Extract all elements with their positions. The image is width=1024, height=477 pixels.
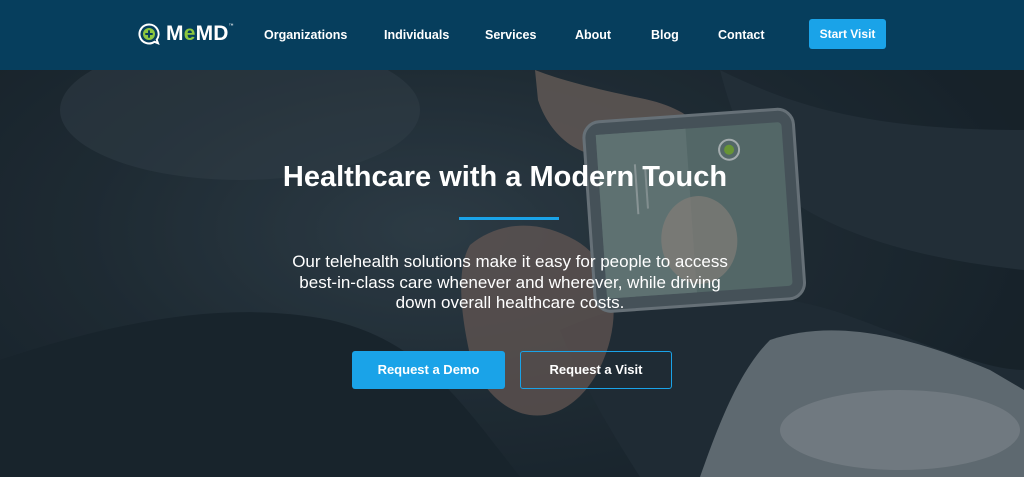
brand-name-accent: e [183,22,196,45]
hero-description: Our telehealth solutions make it easy fo… [292,252,728,312]
request-demo-button[interactable]: Request a Demo [352,351,505,389]
brand-name: MeMD [166,21,229,47]
memd-logo[interactable]: MeMD ™ [138,21,234,47]
trademark-symbol: ™ [228,23,234,29]
hero-title: Healthcare with a Modern Touch [282,161,728,193]
brand-name-prefix: M [166,22,184,45]
nav-contact[interactable]: Contact [718,27,765,43]
nav-individuals[interactable]: Individuals [384,27,449,43]
brand-name-suffix: MD [195,22,229,45]
title-divider [459,217,559,220]
site-header: MeMD ™ Organizations Individuals Service… [0,0,1024,70]
nav-organizations[interactable]: Organizations [264,27,347,43]
nav-about[interactable]: About [575,27,611,43]
request-visit-button[interactable]: Request a Visit [520,351,672,389]
nav-blog[interactable]: Blog [651,27,679,43]
start-visit-button[interactable]: Start Visit [809,19,886,49]
plus-chat-bubble-icon [138,23,160,45]
nav-services[interactable]: Services [485,27,536,43]
